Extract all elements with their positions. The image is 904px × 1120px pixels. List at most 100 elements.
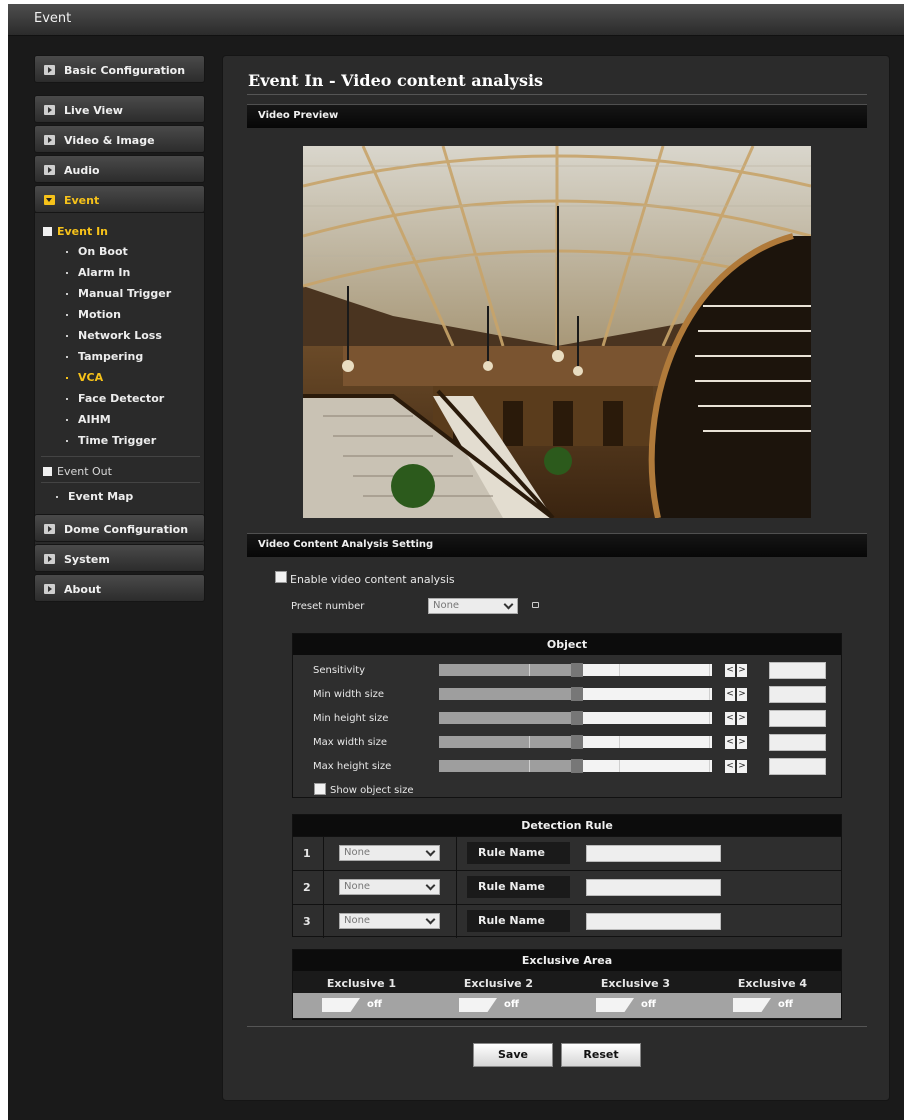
min-width-label: Min width size	[313, 689, 385, 700]
slider-handle[interactable]	[571, 711, 583, 725]
arrow-right-icon[interactable]: >	[737, 688, 747, 701]
exclusive-3-toggle[interactable]: off	[596, 998, 661, 1012]
arrow-right-icon[interactable]: >	[737, 736, 747, 749]
bullet-icon	[66, 314, 68, 316]
sidebar-item-event[interactable]: Event	[34, 185, 205, 213]
slider-handle[interactable]	[571, 735, 583, 749]
main-panel: Event In - Video content analysis Video …	[222, 55, 890, 1101]
rule-3-select[interactable]: None	[339, 913, 440, 929]
min-height-stepper[interactable]: < >	[725, 712, 747, 725]
chevron-down-icon	[503, 599, 514, 610]
sidebar-item-audio[interactable]: Audio	[34, 155, 205, 183]
rule-name-label: Rule Name	[467, 910, 570, 932]
arrow-left-icon[interactable]: <	[725, 760, 735, 773]
preset-number-select[interactable]: None	[428, 598, 518, 614]
video-preview-header: Video Preview	[247, 104, 867, 128]
sidebar-item-basic-configuration[interactable]: Basic Configuration	[34, 55, 205, 83]
rule-1-name-input[interactable]	[586, 845, 721, 862]
enable-vca-checkbox[interactable]	[275, 571, 287, 583]
rule-2-select[interactable]: None	[339, 879, 440, 895]
page-title: Event In - Video content analysis	[248, 71, 544, 90]
table-row: 1 None Rule Name	[293, 836, 841, 870]
divider	[247, 1026, 867, 1027]
title-bar: Event	[8, 4, 904, 36]
rule-2-name-input[interactable]	[586, 879, 721, 896]
table-row: 2 None Rule Name	[293, 870, 841, 904]
sensitivity-label: Sensitivity	[313, 665, 366, 676]
bullet-icon	[66, 293, 68, 295]
min-width-slider[interactable]	[439, 687, 712, 701]
slider-handle[interactable]	[571, 759, 583, 773]
max-width-stepper[interactable]: < >	[725, 736, 747, 749]
arrow-left-icon[interactable]: <	[725, 736, 735, 749]
bullet-icon	[66, 251, 68, 253]
object-table: Object Sensitivity < > Min width size < > …	[292, 633, 842, 798]
bullet-icon	[66, 356, 68, 358]
expand-arrow-icon	[44, 584, 55, 594]
chevron-down-icon	[425, 880, 436, 891]
arrow-left-icon[interactable]: <	[725, 688, 735, 701]
divider	[247, 94, 867, 95]
expand-arrow-icon	[44, 135, 55, 145]
exclusive-2-toggle[interactable]: off	[459, 998, 524, 1012]
min-width-value-field[interactable]	[769, 686, 826, 703]
expand-arrow-icon	[44, 165, 55, 175]
rule-name-label: Rule Name	[467, 842, 570, 864]
square-bullet-icon	[43, 227, 52, 236]
max-height-slider[interactable]	[439, 759, 712, 773]
expand-arrow-icon	[44, 524, 55, 534]
bullet-icon	[66, 398, 68, 400]
slider-handle[interactable]	[571, 687, 583, 701]
settings-header: Video Content Analysis Setting	[247, 533, 867, 557]
reset-button[interactable]: Reset	[561, 1043, 641, 1067]
enable-vca-label: Enable video content analysis	[290, 573, 455, 586]
sidebar-item-system[interactable]: System	[34, 544, 205, 572]
arrow-right-icon[interactable]: >	[737, 760, 747, 773]
show-object-size-checkbox[interactable]	[314, 783, 326, 795]
exclusive-2-label: Exclusive 2	[463, 977, 534, 990]
preset-number-label: Preset number	[291, 601, 365, 612]
max-width-value-field[interactable]	[769, 734, 826, 751]
arrow-left-icon[interactable]: <	[725, 712, 735, 725]
max-width-slider[interactable]	[439, 735, 712, 749]
bullet-icon	[66, 377, 68, 379]
sidebar-item-dome-configuration[interactable]: Dome Configuration	[34, 514, 205, 542]
bullet-icon	[66, 419, 68, 421]
arrow-left-icon[interactable]: <	[725, 664, 735, 677]
max-height-stepper[interactable]: < >	[725, 760, 747, 773]
sensitivity-value-field[interactable]	[769, 662, 826, 679]
exclusive-4-label: Exclusive 4	[737, 977, 808, 990]
min-width-stepper[interactable]: < >	[725, 688, 747, 701]
bullet-icon	[66, 272, 68, 274]
save-button[interactable]: Save	[473, 1043, 553, 1067]
rule-1-select[interactable]: None	[339, 845, 440, 861]
sidebar-item-live-view[interactable]: Live View	[34, 95, 205, 123]
rule-name-label: Rule Name	[467, 876, 570, 898]
window-title: Event	[34, 11, 72, 26]
exclusive-area-columns: Exclusive 1 Exclusive 2 Exclusive 3 Excl…	[293, 972, 841, 993]
exclusive-1-label: Exclusive 1	[326, 977, 397, 990]
divider	[41, 456, 200, 457]
exclusive-3-label: Exclusive 3	[600, 977, 671, 990]
exclusive-4-toggle[interactable]: off	[733, 998, 798, 1012]
square-bullet-icon	[43, 467, 52, 476]
detection-rule-header: Detection Rule	[293, 815, 841, 836]
video-preview-image	[303, 146, 811, 518]
sidebar-item-video-image[interactable]: Video & Image	[34, 125, 205, 153]
sensitivity-slider[interactable]	[439, 663, 712, 677]
min-height-value-field[interactable]	[769, 710, 826, 727]
chevron-down-icon	[425, 846, 436, 857]
exclusive-1-toggle[interactable]: off	[322, 998, 387, 1012]
max-height-value-field[interactable]	[769, 758, 826, 775]
sidebar-item-about[interactable]: About	[34, 574, 205, 602]
min-height-slider[interactable]	[439, 711, 712, 725]
help-icon[interactable]	[532, 602, 539, 608]
sensitivity-stepper[interactable]: < >	[725, 664, 747, 677]
arrow-right-icon[interactable]: >	[737, 712, 747, 725]
arrow-right-icon[interactable]: >	[737, 664, 747, 677]
bullet-icon	[66, 440, 68, 442]
slider-handle[interactable]	[571, 663, 583, 677]
table-row: 3 None Rule Name	[293, 904, 841, 938]
divider	[41, 482, 200, 483]
rule-3-name-input[interactable]	[586, 913, 721, 930]
